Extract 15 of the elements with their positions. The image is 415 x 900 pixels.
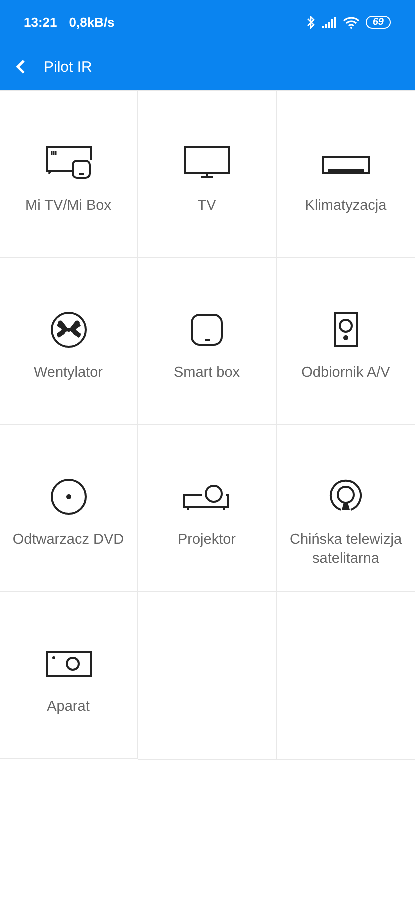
signal-icon [320, 16, 337, 28]
device-tile[interactable]: Smart box [138, 258, 277, 425]
device-tile[interactable]: Odtwarzacz DVD [0, 425, 138, 592]
back-button[interactable] [16, 59, 26, 75]
device-tile[interactable]: Aparat [0, 592, 138, 759]
wifi-icon [342, 16, 360, 28]
page-title: Pilot IR [44, 58, 92, 76]
device-tile[interactable]: Mi TV/Mi Box [0, 91, 138, 258]
network-speed: 0,8kB/s [69, 14, 115, 30]
bluetooth-icon [306, 16, 315, 28]
clock: 13:21 [24, 14, 58, 30]
device-tile[interactable]: TV [138, 91, 277, 258]
battery-level: 69 [366, 16, 391, 28]
device-tile[interactable]: Wentylator [0, 258, 138, 425]
device-tile[interactable]: Projektor [138, 425, 277, 592]
